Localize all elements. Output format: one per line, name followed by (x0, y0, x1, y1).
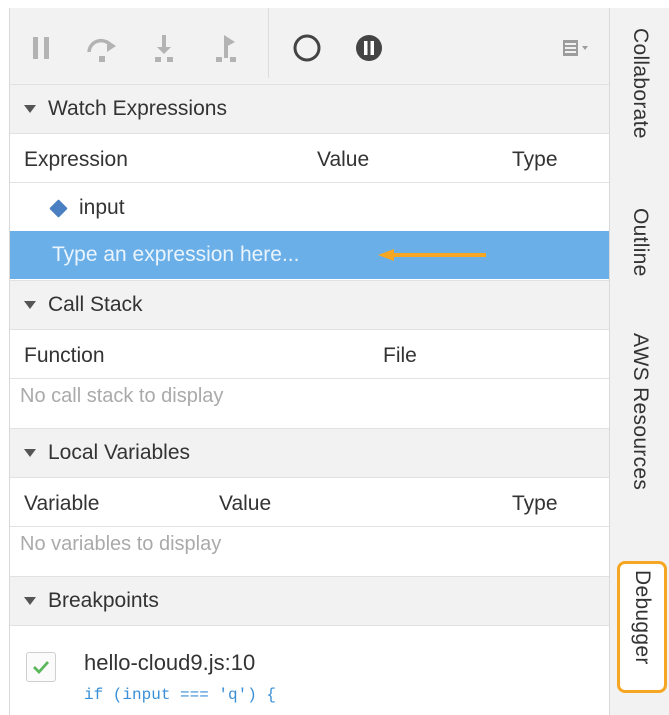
step-into-icon[interactable] (146, 30, 182, 66)
call-stack-column-header: Function File (10, 331, 609, 379)
column-expression: Expression (24, 148, 128, 171)
section-title: Watch Expressions (48, 97, 227, 120)
collapse-caret-icon (24, 301, 36, 309)
section-title: Call Stack (48, 293, 143, 316)
watch-item[interactable]: input (10, 185, 609, 231)
local-variables-header[interactable]: Local Variables (10, 428, 609, 478)
checkmark-icon (33, 661, 50, 675)
call-stack-empty-message: No call stack to display (20, 385, 224, 407)
toolbar-divider (268, 8, 269, 78)
debugger-settings-icon[interactable] (558, 30, 594, 66)
column-value: Value (219, 492, 272, 515)
debugger-panel: Watch Expressions Expression Value Type … (9, 8, 609, 715)
section-title: Local Variables (48, 441, 191, 464)
section-title: Breakpoints (48, 589, 159, 612)
watch-expression-input[interactable] (10, 231, 609, 279)
breakpoint-code: if (input === 'q') { (84, 686, 277, 704)
step-over-icon[interactable] (84, 30, 120, 66)
watch-item-expression: input (79, 196, 125, 219)
breakpoint-file: hello-cloud9.js:10 (84, 650, 256, 675)
pause-icon[interactable] (24, 30, 60, 66)
watch-input-row (10, 231, 609, 279)
column-value: Value (317, 148, 370, 171)
breakpoints-header[interactable]: Breakpoints (10, 576, 609, 626)
watch-expressions-header[interactable]: Watch Expressions (10, 84, 609, 134)
column-file: File (383, 344, 417, 367)
side-tab-strip: Collaborate Outline AWS Resources Debugg… (609, 8, 669, 715)
local-variables-column-header: Variable Value Type (10, 479, 609, 527)
step-out-icon[interactable] (208, 30, 244, 66)
tab-debugger[interactable]: Debugger (617, 561, 667, 693)
arrow-left-icon (378, 249, 486, 261)
column-type: Type (512, 148, 558, 171)
deactivate-breakpoints-icon[interactable] (289, 30, 325, 66)
column-variable: Variable (24, 492, 100, 515)
tab-aws-resources[interactable]: AWS Resources (610, 333, 669, 543)
column-type: Type (512, 492, 558, 515)
breakpoint-checkbox[interactable] (26, 652, 56, 682)
column-function: Function (24, 344, 105, 367)
breakpoint-item[interactable]: hello-cloud9.js:10 if (input === 'q') { (10, 628, 609, 715)
expression-icon (49, 198, 68, 218)
watch-column-header: Expression Value Type (10, 135, 609, 183)
collapse-caret-icon (24, 105, 36, 113)
tab-collaborate[interactable]: Collaborate (610, 28, 669, 178)
local-variables-empty-message: No variables to display (20, 533, 222, 555)
debugger-toolbar (10, 8, 609, 84)
call-stack-header[interactable]: Call Stack (10, 280, 609, 330)
collapse-caret-icon (24, 597, 36, 605)
collapse-caret-icon (24, 449, 36, 457)
tab-outline[interactable]: Outline (610, 208, 669, 308)
pause-on-exceptions-icon[interactable] (351, 30, 387, 66)
